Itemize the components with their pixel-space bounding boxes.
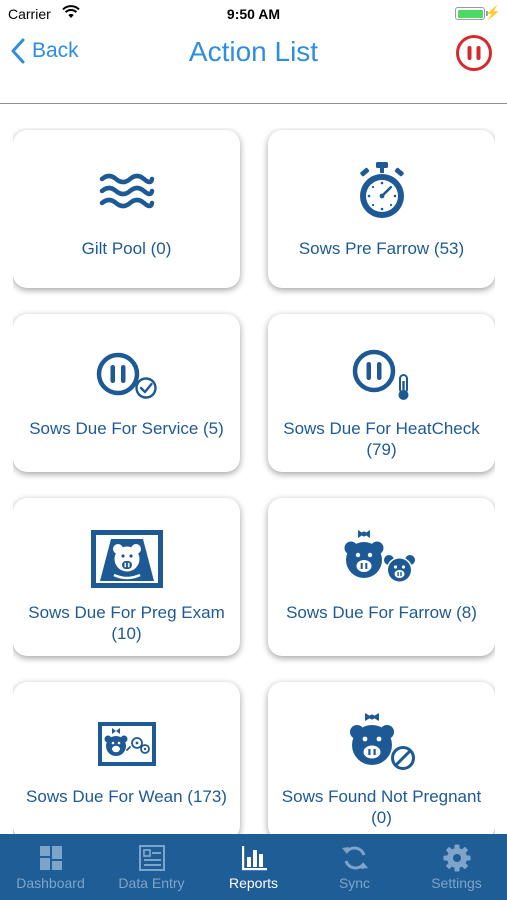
data-entry-icon: [139, 845, 165, 871]
waves-icon: [13, 156, 240, 226]
nav-bar: Back Action List: [0, 28, 507, 104]
piglet-weaning-icon: [13, 708, 240, 778]
charging-icon: ⚡: [484, 5, 501, 20]
status-bar: Carrier 9:50 AM ⚡: [0, 0, 507, 28]
card-sows-found-not-pregnant[interactable]: Sows Found Not Pregnant (0): [268, 682, 495, 834]
card-label: Sows Due For Service (5): [29, 419, 224, 438]
card-label: Sows Pre Farrow (53): [298, 239, 465, 258]
card-label: Sows Due For Wean (173): [26, 787, 227, 806]
tab-label: Reports: [228, 875, 279, 891]
tab-bar: Dashboard Data Entry Reports Sync Settin…: [0, 834, 507, 900]
sow-not-pregnant-icon: [268, 708, 495, 778]
stopwatch-icon: [268, 156, 495, 226]
card-sows-due-for-heatcheck[interactable]: Sows Due For HeatCheck (79): [268, 314, 495, 472]
battery-icon: [455, 7, 485, 20]
ultrasound-pig-icon: [13, 524, 240, 594]
card-label: Sows Due For HeatCheck (79): [283, 419, 480, 459]
sync-icon: [342, 846, 368, 870]
card-sows-due-for-preg-exam[interactable]: Sows Due For Preg Exam (10): [13, 498, 240, 656]
tab-reports[interactable]: Reports: [203, 834, 304, 900]
reports-icon: [242, 846, 267, 871]
sow-and-piglet-icon: [268, 524, 495, 594]
tab-label: Dashboard: [16, 875, 85, 891]
tab-dashboard[interactable]: Dashboard: [0, 834, 101, 900]
status-time: 9:50 AM: [226, 6, 281, 22]
tab-data-entry[interactable]: Data Entry: [101, 834, 202, 900]
card-sows-due-for-service[interactable]: Sows Due For Service (5): [13, 314, 240, 472]
pig-snout-check-icon: [13, 340, 240, 410]
card-label: Sows Due For Farrow (8): [286, 603, 477, 622]
tab-label: Data Entry: [118, 875, 185, 891]
tab-settings[interactable]: Settings: [406, 834, 507, 900]
pig-snout-thermometer-icon: [268, 340, 495, 410]
card-sows-due-for-farrow[interactable]: Sows Due For Farrow (8): [268, 498, 495, 656]
card-gilt-pool[interactable]: Gilt Pool (0): [13, 130, 240, 288]
card-sows-due-for-wean[interactable]: Sows Due For Wean (173): [13, 682, 240, 834]
card-sows-pre-farrow[interactable]: Sows Pre Farrow (53): [268, 130, 495, 288]
dashboard-icon: [40, 846, 62, 870]
card-label: Gilt Pool (0): [81, 239, 172, 258]
page-title: Action List: [188, 36, 319, 67]
action-grid: Gilt Pool (0) Sows Pre Farrow (53) Sows …: [13, 128, 495, 834]
card-label: Sows Found Not Pregnant (0): [281, 787, 482, 827]
pig-snout-logo-icon[interactable]: [455, 34, 493, 72]
tab-sync[interactable]: Sync: [304, 834, 405, 900]
gear-icon: [443, 844, 471, 872]
tab-label: Settings: [431, 875, 482, 891]
tab-label: Sync: [338, 875, 371, 891]
card-label: Sows Due For Preg Exam (10): [28, 603, 225, 643]
